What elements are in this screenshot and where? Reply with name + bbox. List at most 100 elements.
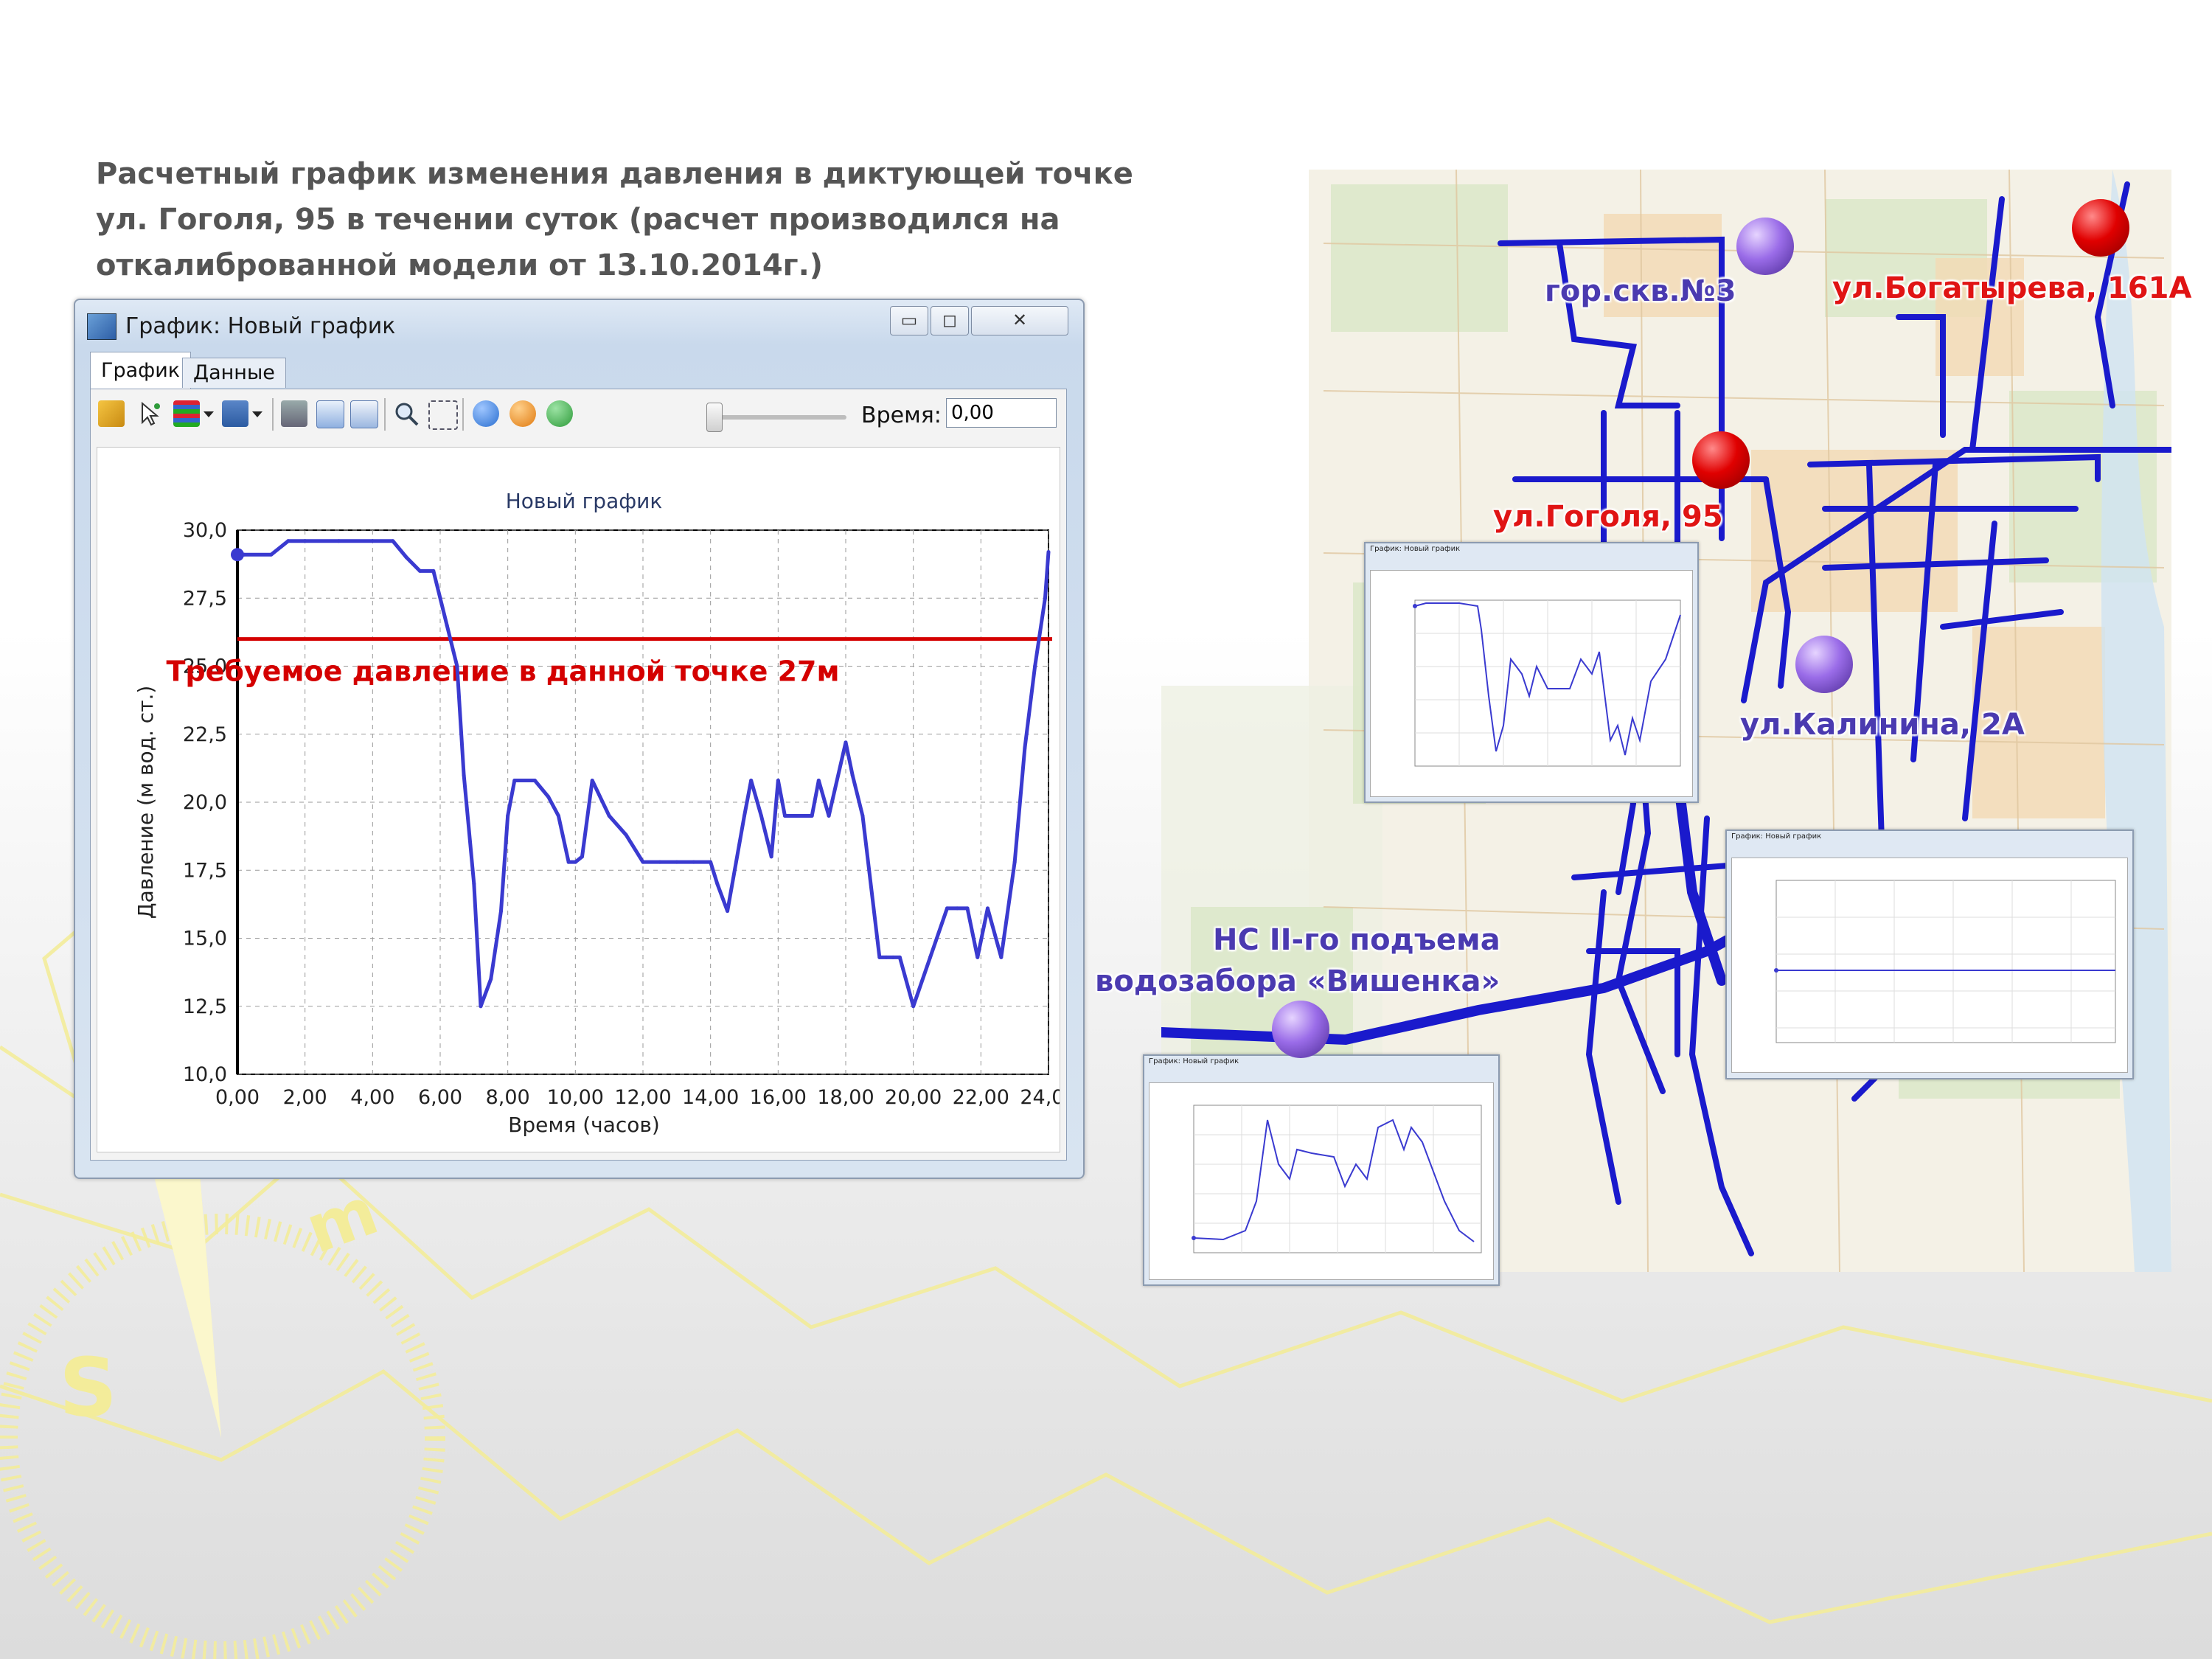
maximize-button[interactable]: ◻ xyxy=(931,306,969,335)
data-point xyxy=(303,539,307,543)
y-axis-label: Давление (м вод. ст.) xyxy=(133,686,158,919)
data-point xyxy=(816,778,821,782)
data-point xyxy=(286,539,291,543)
map-label-kalinina: ул.Калинина, 2А xyxy=(1740,708,2025,742)
critical-point-marker[interactable] xyxy=(2072,199,2129,257)
time-slider-thumb[interactable] xyxy=(706,403,723,432)
pressure-chart: 10,012,515,017,520,022,525,027,530,00,00… xyxy=(133,489,1060,1137)
tab-data[interactable]: Данные xyxy=(182,358,286,388)
map-label-well3: гор.скв.№3 xyxy=(1545,274,1736,308)
pause-icon[interactable] xyxy=(509,400,536,427)
x-tick-label: 2,00 xyxy=(283,1086,327,1109)
pump-station-marker[interactable] xyxy=(1272,1001,1329,1058)
time-label: Время: xyxy=(861,403,942,428)
data-point xyxy=(965,906,970,911)
data-point xyxy=(793,813,797,818)
play-icon[interactable] xyxy=(546,400,573,427)
well-marker[interactable] xyxy=(1795,636,1853,693)
data-point xyxy=(1012,860,1017,864)
chevron-down-icon[interactable] xyxy=(201,400,216,427)
mini-graph-panel xyxy=(1731,858,2128,1073)
y-tick-label: 22,5 xyxy=(183,723,227,746)
mini-window-title: График: Новый график xyxy=(1731,832,1822,841)
data-point xyxy=(877,955,882,959)
data-point xyxy=(337,539,341,543)
list-icon[interactable] xyxy=(222,400,248,427)
data-point xyxy=(884,955,888,959)
x-tick-label: 10,00 xyxy=(547,1086,604,1109)
data-point xyxy=(891,955,895,959)
x-tick-label: 16,00 xyxy=(750,1086,807,1109)
critical-point-marker[interactable] xyxy=(1692,431,1750,489)
x-tick-label: 4,00 xyxy=(350,1086,394,1109)
data-point xyxy=(519,778,524,782)
copy-icon[interactable] xyxy=(350,400,378,428)
zoom-icon[interactable] xyxy=(393,400,420,427)
zoom-area-icon[interactable] xyxy=(428,400,458,430)
data-point xyxy=(860,813,865,818)
time-input[interactable] xyxy=(946,398,1057,428)
mini-graph-window: График: Новый график xyxy=(1143,1054,1500,1286)
y-tick-label: 17,5 xyxy=(183,859,227,882)
chevron-down-icon[interactable] xyxy=(250,400,265,427)
x-axis-label: Время (часов) xyxy=(508,1113,660,1137)
data-point xyxy=(726,909,730,914)
mini-graph-panel xyxy=(1370,570,1693,797)
title-bar[interactable]: График: Новый график ▭ ◻ ✕ xyxy=(75,300,1083,352)
data-point xyxy=(479,1004,483,1009)
export-icon[interactable] xyxy=(316,400,344,428)
x-tick-label: 22,00 xyxy=(953,1086,1009,1109)
open-folder-icon[interactable] xyxy=(98,400,125,427)
data-point xyxy=(269,552,274,557)
data-point xyxy=(607,813,611,818)
data-point xyxy=(769,855,773,859)
data-point xyxy=(709,860,713,864)
data-point xyxy=(776,778,780,782)
rewind-icon[interactable] xyxy=(473,400,499,427)
data-point xyxy=(404,555,408,560)
data-point xyxy=(370,539,375,543)
data-point xyxy=(945,906,949,911)
toolbar: Время: xyxy=(91,389,1066,441)
svg-text:S: S xyxy=(59,1340,117,1435)
window-title: График: Новый график xyxy=(125,313,396,339)
tab-graph[interactable]: График xyxy=(90,352,192,389)
data-point xyxy=(242,552,246,557)
data-point xyxy=(742,813,746,818)
svg-text:m: m xyxy=(296,1172,388,1269)
data-point xyxy=(911,1004,916,1009)
map-label-pump-station: НС II-го подъема xyxy=(1213,923,1500,957)
mini-graph-window: График: Новый график xyxy=(1725,830,2134,1079)
y-tick-label: 12,5 xyxy=(183,995,227,1018)
data-point xyxy=(624,832,628,837)
data-point xyxy=(827,813,831,818)
close-button[interactable]: ✕ xyxy=(971,306,1068,335)
data-point xyxy=(499,909,503,914)
data-point xyxy=(749,778,754,782)
water-network-map: График: Новый график График: Новый графи… xyxy=(1095,169,2211,1286)
mini-graph-window: График: Новый график xyxy=(1364,542,1699,803)
x-tick-label: 0,00 xyxy=(215,1086,260,1109)
minimize-button[interactable]: ▭ xyxy=(890,306,928,335)
toolbar-separator xyxy=(272,398,274,431)
data-point xyxy=(1023,745,1027,750)
mini-chart-vishenka xyxy=(1192,1105,1482,1253)
x-tick-label: 6,00 xyxy=(418,1086,462,1109)
mini-graph-panel xyxy=(1149,1082,1494,1280)
series-icon[interactable] xyxy=(173,400,200,427)
data-point xyxy=(391,539,395,543)
data-point xyxy=(850,773,855,777)
data-point xyxy=(759,813,763,818)
time-slider-track[interactable] xyxy=(714,415,846,420)
print-icon[interactable] xyxy=(281,400,307,427)
data-point xyxy=(641,860,645,864)
mini-window-title: График: Новый график xyxy=(1149,1057,1239,1065)
app-chart-icon xyxy=(87,313,116,340)
x-tick-label: 18,00 xyxy=(817,1086,874,1109)
mini-chart-kalinina xyxy=(1774,880,2116,1043)
data-point xyxy=(438,596,442,600)
select-pointer-icon[interactable] xyxy=(136,400,163,427)
well-marker[interactable] xyxy=(1736,218,1794,275)
x-tick-label: 12,00 xyxy=(614,1086,671,1109)
slide-caption: Расчетный график изменения давления в ди… xyxy=(96,157,1133,282)
